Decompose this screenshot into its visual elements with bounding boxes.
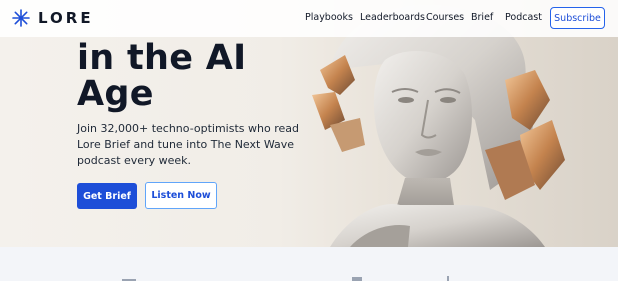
asterisk-star-icon [12, 9, 30, 27]
nav-item-podcast[interactable]: Podcast [505, 12, 542, 23]
headline-line-1: in the AI [77, 38, 247, 78]
brand-logo[interactable]: LORE [12, 9, 94, 27]
nav-item-leaderboards[interactable]: Leaderboards [360, 12, 425, 23]
get-brief-button[interactable]: Get Brief [77, 183, 137, 209]
sculpture-image [312, 4, 565, 247]
brand-name: LORE [38, 9, 94, 27]
subscribe-button[interactable]: Subscribe [550, 7, 605, 29]
listen-now-button[interactable]: Listen Now [145, 182, 217, 209]
lower-section [0, 247, 618, 281]
nav-item-playbooks[interactable]: Playbooks [305, 12, 353, 23]
lower-mark-mid [352, 277, 362, 281]
site-header: LORE Playbooks Leaderboards Courses Brie… [0, 0, 618, 37]
headline-line-2: Age [77, 74, 154, 114]
lower-mark-right [447, 276, 449, 281]
nav-item-courses[interactable]: Courses [426, 12, 464, 23]
nav-item-brief[interactable]: Brief [471, 12, 493, 23]
hero-subtext: Join 32,000+ techno-optimists who read L… [77, 122, 299, 167]
